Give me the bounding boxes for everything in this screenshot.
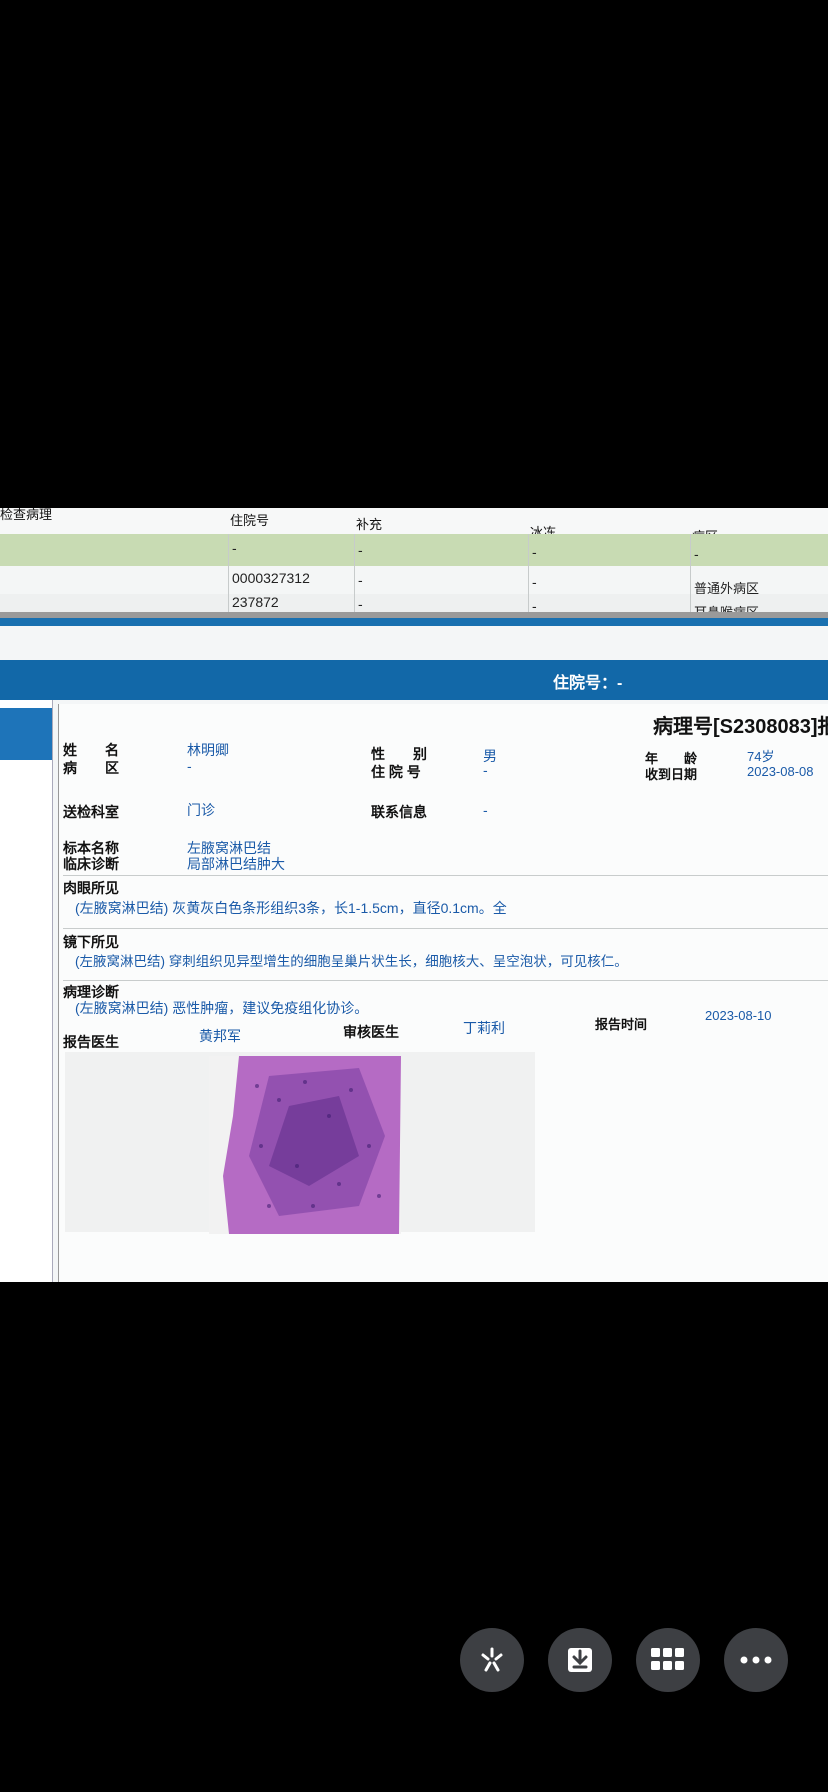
reviewer-label: 审核医生 [343, 1024, 399, 1040]
reviewer-value: 丁莉利 [463, 1020, 505, 1036]
inpatient-label: 住 院 号 [371, 764, 421, 780]
banner-inpatient-label: 住院号：- [553, 675, 623, 692]
column-divider [690, 534, 691, 618]
photographed-screen: 检查病理 住院号 补充 冰冻 病区 - - - - 0000327312 - -… [0, 508, 828, 1282]
magic-tool-button[interactable] [460, 1628, 524, 1692]
contact-label: 联系信息 [371, 804, 427, 820]
cell-supplement: - [358, 542, 363, 558]
section-divider [63, 980, 828, 981]
inpatient-value: - [483, 762, 488, 778]
cell-inpatient-no: 0000327312 [232, 570, 310, 586]
cell-inpatient-no: 237872 [232, 594, 279, 610]
gross-text: (左腋窝淋巴结) 灰黄灰白色条形组织3条，长1-1.5cm，直径0.1cm。全 [75, 900, 507, 916]
download-button[interactable] [548, 1628, 612, 1692]
more-icon [740, 1656, 772, 1664]
cell-inpatient-no: - [232, 540, 237, 556]
cell-supplement: - [358, 572, 363, 588]
micro-text: (左腋窝淋巴结) 穿刺组织见异型增生的细胞呈巢片状生长，细胞核大、呈空泡状，可见… [75, 954, 628, 969]
dept-label: 送检科室 [63, 804, 119, 820]
gender-label: 性 别 [371, 746, 427, 762]
column-divider [228, 534, 229, 618]
cell-frozen: - [532, 544, 537, 560]
table-row[interactable]: - - - - [0, 534, 828, 566]
table-header-row: 检查病理 住院号 补充 冰冻 病区 [0, 508, 828, 544]
column-divider [354, 534, 355, 618]
header-inpatient-no: 住院号 [230, 513, 270, 528]
micro-label: 镜下所见 [63, 934, 119, 950]
cell-frozen: - [532, 574, 537, 590]
age-value: 74岁 [747, 749, 775, 764]
download-icon [568, 1648, 592, 1672]
ward-value: - [187, 758, 192, 774]
gross-label: 肉眼所见 [63, 880, 119, 896]
ward-label: 病 区 [63, 760, 119, 776]
diag-text: (左腋窝淋巴结) 恶性肿瘤，建议免疫组化协诊。 [75, 1000, 369, 1016]
partial-header: 检查病理 [0, 508, 53, 522]
contact-value: - [483, 802, 488, 818]
table-row[interactable]: 0000327312 - - 普通外病区 [0, 566, 828, 596]
doctor-value: 黄邦军 [199, 1028, 241, 1044]
name-value: 林明卿 [187, 742, 229, 758]
received-label: 收到日期 [645, 767, 698, 782]
section-divider [63, 875, 828, 876]
clinical-label: 临床诊断 [63, 856, 119, 872]
doctor-label: 报告医生 [63, 1034, 119, 1050]
header-accent-bar [0, 618, 828, 626]
grid-view-button[interactable] [636, 1628, 700, 1692]
received-value: 2023-08-08 [747, 764, 814, 779]
pathology-report: 病理号[S2308083]报 姓 名 林明卿 性 别 男 年 龄 74岁 病 区… [58, 704, 828, 1282]
dept-value: 门诊 [187, 802, 215, 818]
clinical-value: 局部淋巴结肿大 [187, 856, 285, 872]
sidebar [0, 700, 53, 1282]
cell-ward: - [694, 546, 699, 562]
column-divider [528, 534, 529, 618]
more-options-button[interactable] [724, 1628, 788, 1692]
report-title: 病理号[S2308083]报 [653, 716, 828, 738]
patient-banner: 住院号：- [0, 660, 828, 700]
section-divider [63, 928, 828, 929]
report-time-value: 2023-08-10 [705, 1008, 772, 1023]
report-time-label: 报告时间 [595, 1017, 648, 1032]
sparkle-icon [481, 1647, 503, 1672]
header-supplement: 补充 [356, 517, 383, 532]
micrograph-image [209, 1056, 401, 1234]
cell-supplement: - [358, 596, 363, 612]
sidebar-selected-item[interactable] [0, 708, 52, 760]
records-table: 检查病理 住院号 补充 冰冻 病区 - - - - 0000327312 - -… [0, 508, 828, 626]
name-label: 姓 名 [63, 742, 119, 758]
grid-icon [651, 1648, 684, 1670]
